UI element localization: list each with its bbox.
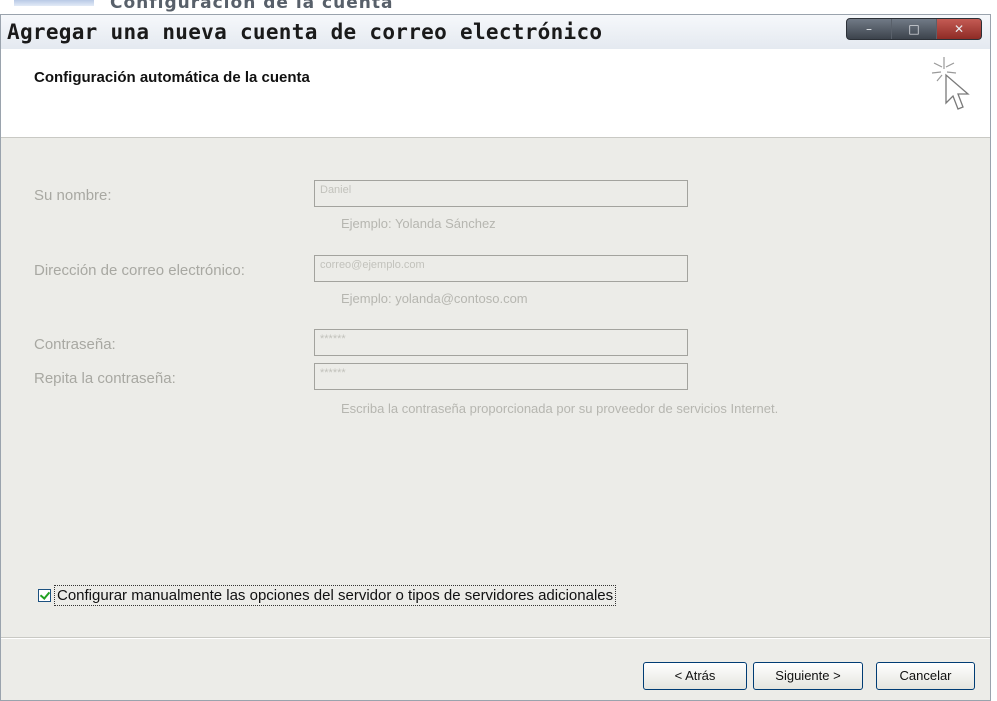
footer-divider	[1, 637, 990, 639]
add-account-dialog: Agregar una nueva cuenta de correo elect…	[0, 14, 991, 701]
manual-config-label[interactable]: Configurar manualmente las opciones del …	[54, 585, 617, 606]
email-input[interactable]: correo@ejemplo.com	[314, 255, 688, 282]
next-button[interactable]: Siguiente >	[753, 662, 863, 690]
background-window-title: Configuración de la cuenta	[110, 0, 394, 13]
password-input[interactable]: ******	[314, 329, 688, 356]
cancel-button[interactable]: Cancelar	[876, 662, 975, 690]
back-button[interactable]: < Atrás	[643, 662, 747, 690]
background-window-icon	[14, 0, 94, 6]
email-label: Dirección de correo electrónico:	[34, 262, 245, 279]
name-label: Su nombre:	[34, 187, 112, 204]
password-label: Contraseña:	[34, 336, 116, 353]
maximize-icon[interactable]: □	[892, 19, 937, 39]
minimize-icon[interactable]: –	[847, 19, 892, 39]
name-input[interactable]: Daniel	[314, 180, 688, 207]
title-bar[interactable]: Agregar una nueva cuenta de correo elect…	[1, 15, 990, 49]
cursor-sparkle-icon	[931, 57, 970, 110]
close-icon[interactable]: ✕	[937, 19, 981, 39]
repeat-password-label: Repita la contraseña:	[34, 370, 176, 387]
email-hint: Ejemplo: yolanda@contoso.com	[341, 291, 528, 306]
dialog-title: Agregar una nueva cuenta de correo elect…	[7, 20, 603, 44]
name-hint: Ejemplo: Yolanda Sánchez	[341, 216, 496, 231]
wizard-header: Configuración automática de la cuenta	[1, 49, 990, 138]
manual-config-option[interactable]: Configurar manualmente las opciones del …	[38, 585, 617, 606]
window-controls: – □ ✕	[846, 18, 982, 40]
manual-config-checkbox[interactable]	[38, 589, 51, 602]
password-hint: Escriba la contraseña proporcionada por …	[341, 401, 779, 416]
page-title: Configuración automática de la cuenta	[34, 69, 310, 86]
repeat-password-input[interactable]: ******	[314, 363, 688, 390]
